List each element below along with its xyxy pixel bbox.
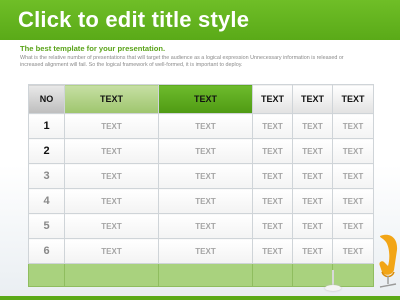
row-number[interactable]: 3 xyxy=(28,163,65,189)
slide: Click to edit title style The best templ… xyxy=(0,0,400,300)
slide-title[interactable]: Click to edit title style xyxy=(18,7,249,33)
title-bar: Click to edit title style xyxy=(0,0,400,40)
footer-cell xyxy=(158,263,253,287)
table-row: 2 TEXT TEXT TEXT TEXT TEXT xyxy=(28,138,374,164)
table-footer-row xyxy=(28,263,374,287)
table-cell[interactable]: TEXT xyxy=(64,163,159,189)
bottom-accent-strip xyxy=(0,296,400,300)
table-cell[interactable]: TEXT xyxy=(158,188,253,214)
table-row: 1 TEXT TEXT TEXT TEXT TEXT xyxy=(28,113,374,139)
table-header-row: NO TEXT TEXT TEXT TEXT TEXT xyxy=(28,84,374,114)
table-cell[interactable]: TEXT xyxy=(158,163,253,189)
table-cell[interactable]: TEXT xyxy=(252,113,293,139)
lamp-pole xyxy=(332,270,334,286)
chair-icon xyxy=(379,234,398,288)
footer-cell xyxy=(28,263,65,287)
table-cell[interactable]: TEXT xyxy=(332,113,374,139)
table-cell[interactable]: TEXT xyxy=(64,138,159,164)
header-col-5[interactable]: TEXT xyxy=(332,84,374,114)
table-cell[interactable]: TEXT xyxy=(292,113,333,139)
table-cell[interactable]: TEXT xyxy=(252,213,293,239)
row-number[interactable]: 6 xyxy=(28,238,65,264)
table-cell[interactable]: TEXT xyxy=(292,188,333,214)
table-cell[interactable]: TEXT xyxy=(64,213,159,239)
table-cell[interactable]: TEXT xyxy=(292,238,333,264)
table-cell[interactable]: TEXT xyxy=(64,188,159,214)
table-row: 4 TEXT TEXT TEXT TEXT TEXT xyxy=(28,188,374,214)
table-row: 5 TEXT TEXT TEXT TEXT TEXT xyxy=(28,213,374,239)
table-cell[interactable]: TEXT xyxy=(292,213,333,239)
table-cell[interactable]: TEXT xyxy=(252,163,293,189)
table-row: 3 TEXT TEXT TEXT TEXT TEXT xyxy=(28,163,374,189)
header-no[interactable]: NO xyxy=(28,84,65,114)
slide-description[interactable]: What is the relative number of presentat… xyxy=(20,55,365,69)
table-cell[interactable]: TEXT xyxy=(158,213,253,239)
table-cell[interactable]: TEXT xyxy=(292,163,333,189)
floor-lamp-icon xyxy=(325,285,341,291)
table-cell[interactable]: TEXT xyxy=(64,238,159,264)
table-cell[interactable]: TEXT xyxy=(332,163,374,189)
row-number[interactable]: 2 xyxy=(28,138,65,164)
table-cell[interactable]: TEXT xyxy=(252,238,293,264)
row-number[interactable]: 4 xyxy=(28,188,65,214)
header-col-4[interactable]: TEXT xyxy=(292,84,333,114)
header-col-2[interactable]: TEXT xyxy=(158,84,253,114)
table-cell[interactable]: TEXT xyxy=(64,113,159,139)
table-cell[interactable]: TEXT xyxy=(158,238,253,264)
slide-subtitle[interactable]: The best template for your presentation. xyxy=(20,44,165,53)
table-cell[interactable]: TEXT xyxy=(332,188,374,214)
footer-cell xyxy=(292,263,333,287)
table-cell[interactable]: TEXT xyxy=(158,113,253,139)
table-cell[interactable]: TEXT xyxy=(252,188,293,214)
header-col-1[interactable]: TEXT xyxy=(64,84,159,114)
table-row: 6 TEXT TEXT TEXT TEXT TEXT xyxy=(28,238,374,264)
table-cell[interactable]: TEXT xyxy=(292,138,333,164)
header-col-3[interactable]: TEXT xyxy=(252,84,293,114)
table-cell[interactable]: TEXT xyxy=(332,138,374,164)
row-number[interactable]: 1 xyxy=(28,113,65,139)
row-number[interactable]: 5 xyxy=(28,213,65,239)
footer-cell xyxy=(64,263,159,287)
table-cell[interactable]: TEXT xyxy=(158,138,253,164)
table-cell[interactable]: TEXT xyxy=(252,138,293,164)
footer-cell xyxy=(252,263,293,287)
data-table: NO TEXT TEXT TEXT TEXT TEXT 1 TEXT TEXT TEX… xyxy=(28,84,374,287)
